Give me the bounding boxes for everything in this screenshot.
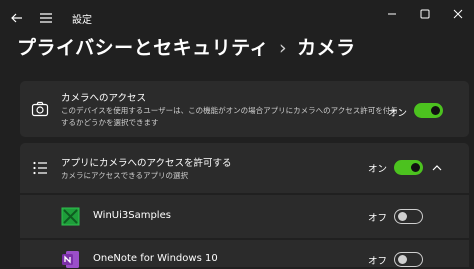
app-toggle-winui3samples[interactable] (394, 209, 423, 224)
onenote-icon (62, 251, 79, 268)
title-bar: 設定 (0, 0, 474, 36)
app-access-card[interactable]: アプリにカメラへのアクセスを許可する カメラにアクセスできるアプリの選択 オン (20, 143, 469, 193)
breadcrumb-parent[interactable]: プライバシーとセキュリティ (17, 37, 269, 59)
winui3-app-icon (61, 207, 80, 226)
camera-icon (31, 101, 49, 117)
toggle-knob (411, 163, 420, 172)
hamburger-menu-icon[interactable] (39, 11, 53, 25)
toggle-knob (398, 255, 407, 264)
breadcrumb-separator: › (278, 37, 288, 59)
breadcrumb-current: カメラ (297, 37, 356, 59)
app-access-state: オン (368, 164, 388, 175)
close-icon[interactable] (450, 6, 466, 22)
app-access-title: アプリにカメラへのアクセスを許可する (61, 158, 232, 169)
app-access-toggle[interactable] (394, 160, 423, 175)
app-name: WinUi3Samples (93, 210, 171, 221)
app-name: OneNote for Windows 10 (93, 253, 218, 264)
breadcrumb: プライバシーとセキュリティ › カメラ (17, 33, 356, 60)
camera-access-card: カメラへのアクセス このデバイスを使用するユーザーは、この機能がオンの場合アプリ… (20, 81, 469, 137)
toggle-knob (398, 212, 407, 221)
app-row-winui3samples: WinUi3Samples オフ (20, 195, 469, 238)
app-state: オフ (368, 213, 388, 224)
camera-access-state: オン (388, 108, 408, 119)
app-state: オフ (368, 256, 388, 267)
app-row-onenote: OneNote for Windows 10 オフ (20, 240, 469, 268)
camera-access-title: カメラへのアクセス (61, 93, 147, 104)
app-access-description: カメラにアクセスできるアプリの選択 (61, 171, 188, 180)
camera-access-description: このデバイスを使用するユーザーは、この機能がオンの場合アプリにカメラへのアクセス… (61, 106, 398, 127)
chevron-up-icon[interactable] (431, 162, 443, 174)
maximize-icon[interactable] (417, 6, 433, 22)
toggle-knob (431, 106, 440, 115)
list-icon (33, 161, 47, 175)
back-arrow-icon[interactable] (9, 10, 25, 26)
minimize-icon[interactable] (384, 6, 400, 22)
window-title: 設定 (72, 15, 92, 26)
camera-access-toggle[interactable] (414, 103, 443, 118)
app-toggle-onenote[interactable] (394, 252, 423, 267)
